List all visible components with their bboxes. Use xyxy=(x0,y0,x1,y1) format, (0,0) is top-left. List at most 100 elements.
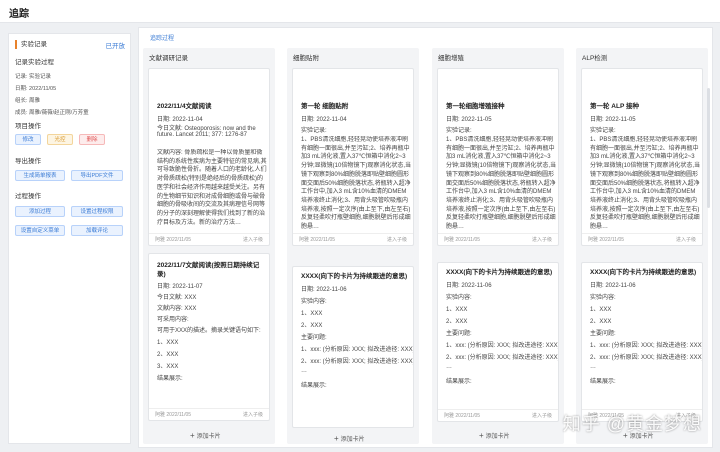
card-line: 可用于XXX的描述。摘录关键语句如下: xyxy=(157,328,261,334)
open-link[interactable]: 已开放 xyxy=(106,40,126,50)
card[interactable]: 2022/11/4文献阅读 日期: 2022-11-04 今日文献: Osteo… xyxy=(148,68,270,246)
card-line: … xyxy=(446,364,452,370)
card[interactable]: XXXX(向下的卡片为持续跟进的意思) 日期: 2022-11-06 实验内容:… xyxy=(581,262,703,422)
card-line: 主要问题: xyxy=(590,331,616,337)
card-line: 结果展示: xyxy=(301,383,327,389)
simple-report-button[interactable]: 生成简单报表 xyxy=(15,170,65,181)
enter-child-link[interactable]: 进入子级 xyxy=(387,236,407,243)
card-title: XXXX(向下的卡片为持续跟进的意思) xyxy=(301,273,408,280)
add-process-button[interactable]: 添加过程 xyxy=(15,206,65,217)
card-line: 1、XXX xyxy=(590,307,612,313)
meta-record: 记录: 实验记录 xyxy=(15,74,52,80)
column-cell-adhesion: 细胞贴附 第一轮 细胞贴附 日期: 2022-11-04 实验记录: 1、PBS… xyxy=(287,48,419,444)
card-line: 实验记录: xyxy=(446,128,472,134)
card[interactable]: 2022/11/7文献阅读(按照日期持续记录) 日期: 2022-11-07 今… xyxy=(148,253,270,421)
footer-author-date: 阿雅 2022/11/05 xyxy=(299,237,336,243)
card-line: 日期: 2022-11-06 xyxy=(446,283,492,289)
card-line: 3、XXX xyxy=(157,364,179,370)
card-title: 第一轮 ALP 接种 xyxy=(590,103,639,110)
add-card-label: 添加卡片 xyxy=(485,434,510,440)
card-line: 文献内容: XXX xyxy=(157,306,197,312)
export-pdf-button[interactable]: 导出PDF文件 xyxy=(71,170,123,181)
card-line: 实验内容: xyxy=(590,295,616,301)
delete-button[interactable]: 删除 xyxy=(79,134,105,145)
card-line: 结果展示: xyxy=(446,379,472,385)
load-comments-button[interactable]: 加载评论 xyxy=(71,225,123,236)
card-body: 1、PBS清洗细胞,轻轻晃动使培养液冲刷有细胞一面很出,并至污缸;2、培养再瓶中… xyxy=(446,137,556,231)
add-card-button[interactable]: + 添加卡片 xyxy=(479,431,510,440)
card-line: 实验记录: xyxy=(301,128,327,134)
column-literature: 文献调研记录 2022/11/4文献阅读 日期: 2022-11-04 今日文献… xyxy=(143,48,275,444)
add-card-button[interactable]: + 添加卡片 xyxy=(190,431,221,440)
card-title: XXXX(向下的卡片为持续跟进的意思) xyxy=(446,269,553,276)
card-line: 结果展示: xyxy=(157,376,183,382)
card-line: 主要问题: xyxy=(301,335,327,341)
plus-icon: + xyxy=(190,431,195,440)
edit-button[interactable]: 修改 xyxy=(15,134,41,145)
watermark: 知乎 @黄金梦想 xyxy=(562,414,702,434)
card-footer: 阿雅 2022/11/05 进入子级 xyxy=(293,233,413,245)
card-body: 1、PBS清洗细胞,轻轻晃动使培养液冲刷有细胞一面很出,并至污缸;2、培养再瓶中… xyxy=(590,137,700,231)
card-title: 第一轮 细胞贴附 xyxy=(301,103,349,110)
top-bar: 追踪 xyxy=(0,0,720,23)
vertical-scrollbar[interactable] xyxy=(707,88,710,208)
enter-child-link[interactable]: 进入子级 xyxy=(676,236,696,243)
custom-menu-button[interactable]: 设置自定义菜单 xyxy=(15,225,65,236)
enter-child-link[interactable]: 进入子级 xyxy=(532,412,552,419)
card-line: 2、xxx: (分析原因: XXX; 拟改进途径: XXX) xyxy=(590,355,703,361)
card-title: 2022/11/7文献阅读(按照日期持续记录) xyxy=(157,262,260,278)
card-line: 2、xxx: (分析原因: XXX; 拟改进途径: XXX) xyxy=(301,359,414,365)
page-title: 追踪 xyxy=(9,9,29,20)
card-line: … xyxy=(301,368,307,374)
card-footer: 阿雅 2022/11/05 进入子级 xyxy=(438,233,558,245)
column-title: 文献调研记录 xyxy=(149,55,188,62)
card-date: 日期: 2022-11-05 xyxy=(446,117,492,123)
card-line: 1、xxx: (分析原因: XXX; 拟改进途径: XXX) xyxy=(446,343,559,349)
section-record-title: 记录实验过程 xyxy=(15,59,54,66)
plus-icon: + xyxy=(479,431,484,440)
sidebar-heading: 实验记录 xyxy=(15,40,47,49)
enter-child-link[interactable]: 进入子级 xyxy=(532,236,552,243)
card-date: 日期: 2022-11-04 xyxy=(301,117,347,123)
card-line: 今日文献: Osteoporosis: now and the xyxy=(157,126,256,132)
tab-tracking-process[interactable]: 追踪过程 xyxy=(150,33,174,42)
card-footer: 阿雅 2022/11/05 进入子级 xyxy=(149,408,269,420)
card-line: 1、XXX xyxy=(301,311,323,317)
light-control-button[interactable]: 光控 xyxy=(47,134,73,145)
add-card-label: 添加卡片 xyxy=(196,434,221,440)
card-line: 2、XXX xyxy=(157,352,179,358)
card-footer: 阿雅 2022/11/05 进入子级 xyxy=(149,233,269,245)
footer-author-date: 阿雅 2022/11/05 xyxy=(444,237,481,243)
card-line: 2、xxx: (分析原因: XXX; 拟改进途径: XXX) xyxy=(446,355,559,361)
card[interactable]: XXXX(向下的卡片为持续跟进的意思) 日期: 2022-11-06 实验内容:… xyxy=(437,262,559,422)
footer-author-date: 阿雅 2022/11/05 xyxy=(444,413,481,419)
sidebar: 实验记录 已开放 记录实验过程 记录: 实验记录 日期: 2022/11/05 … xyxy=(8,33,131,444)
card-line: 主要问题: xyxy=(446,331,472,337)
add-card-button[interactable]: + 添加卡片 xyxy=(334,434,365,443)
card[interactable]: XXXX(向下的卡片为持续跟进的意思) 日期: 2022-11-06 实验内容:… xyxy=(292,266,414,428)
card[interactable]: 第一轮 细胞贴附 日期: 2022-11-04 实验记录: 1、PBS清洗细胞,… xyxy=(292,68,414,246)
meta-members: 成员: 周雅/薇薇/赵正刚/万芳童 xyxy=(15,110,89,116)
card[interactable]: 第一轮细胞增殖接种 日期: 2022-11-05 实验记录: 1、PBS清洗细胞… xyxy=(437,68,559,246)
card-line: 可采用内容: xyxy=(157,317,189,323)
card-line: 1、xxx: (分析原因: XXX; 拟改进途径: XXX) xyxy=(301,347,414,353)
card-line: 2、XXX xyxy=(590,319,612,325)
process-permission-button[interactable]: 设置过程权限 xyxy=(71,206,123,217)
card-footer: 阿雅 2022/11/05 进入子级 xyxy=(582,233,702,245)
card-date: 日期: 2022-11-04 xyxy=(157,117,203,123)
card-line: future. Lancet 2011; 377: 1276-87 xyxy=(157,132,247,138)
card[interactable]: 第一轮 ALP 接种 日期: 2022-11-05 实验记录: 1、PBS清洗细… xyxy=(581,68,703,246)
section-ops-title: 项目操作 xyxy=(15,123,41,130)
card-line: 日期: 2022-11-06 xyxy=(590,283,636,289)
enter-child-link[interactable]: 进入子级 xyxy=(243,236,263,243)
card-line: 日期: 2022-11-07 xyxy=(157,284,203,290)
card-line: 今日文献: XXX xyxy=(157,295,197,301)
card-title: 第一轮细胞增殖接种 xyxy=(446,103,505,110)
card-footer: 阿雅 2022/11/05 进入子级 xyxy=(438,409,558,421)
footer-author-date: 阿雅 2022/11/05 xyxy=(155,412,192,418)
footer-author-date: 阿雅 2022/11/05 xyxy=(588,237,625,243)
card-line: 日期: 2022-11-06 xyxy=(301,287,347,293)
column-alp-test: ALP检测 第一轮 ALP 接种 日期: 2022-11-05 实验记录: 1、… xyxy=(576,48,708,444)
enter-child-link[interactable]: 进入子级 xyxy=(243,411,263,418)
card-line: 实验内容: xyxy=(446,295,472,301)
